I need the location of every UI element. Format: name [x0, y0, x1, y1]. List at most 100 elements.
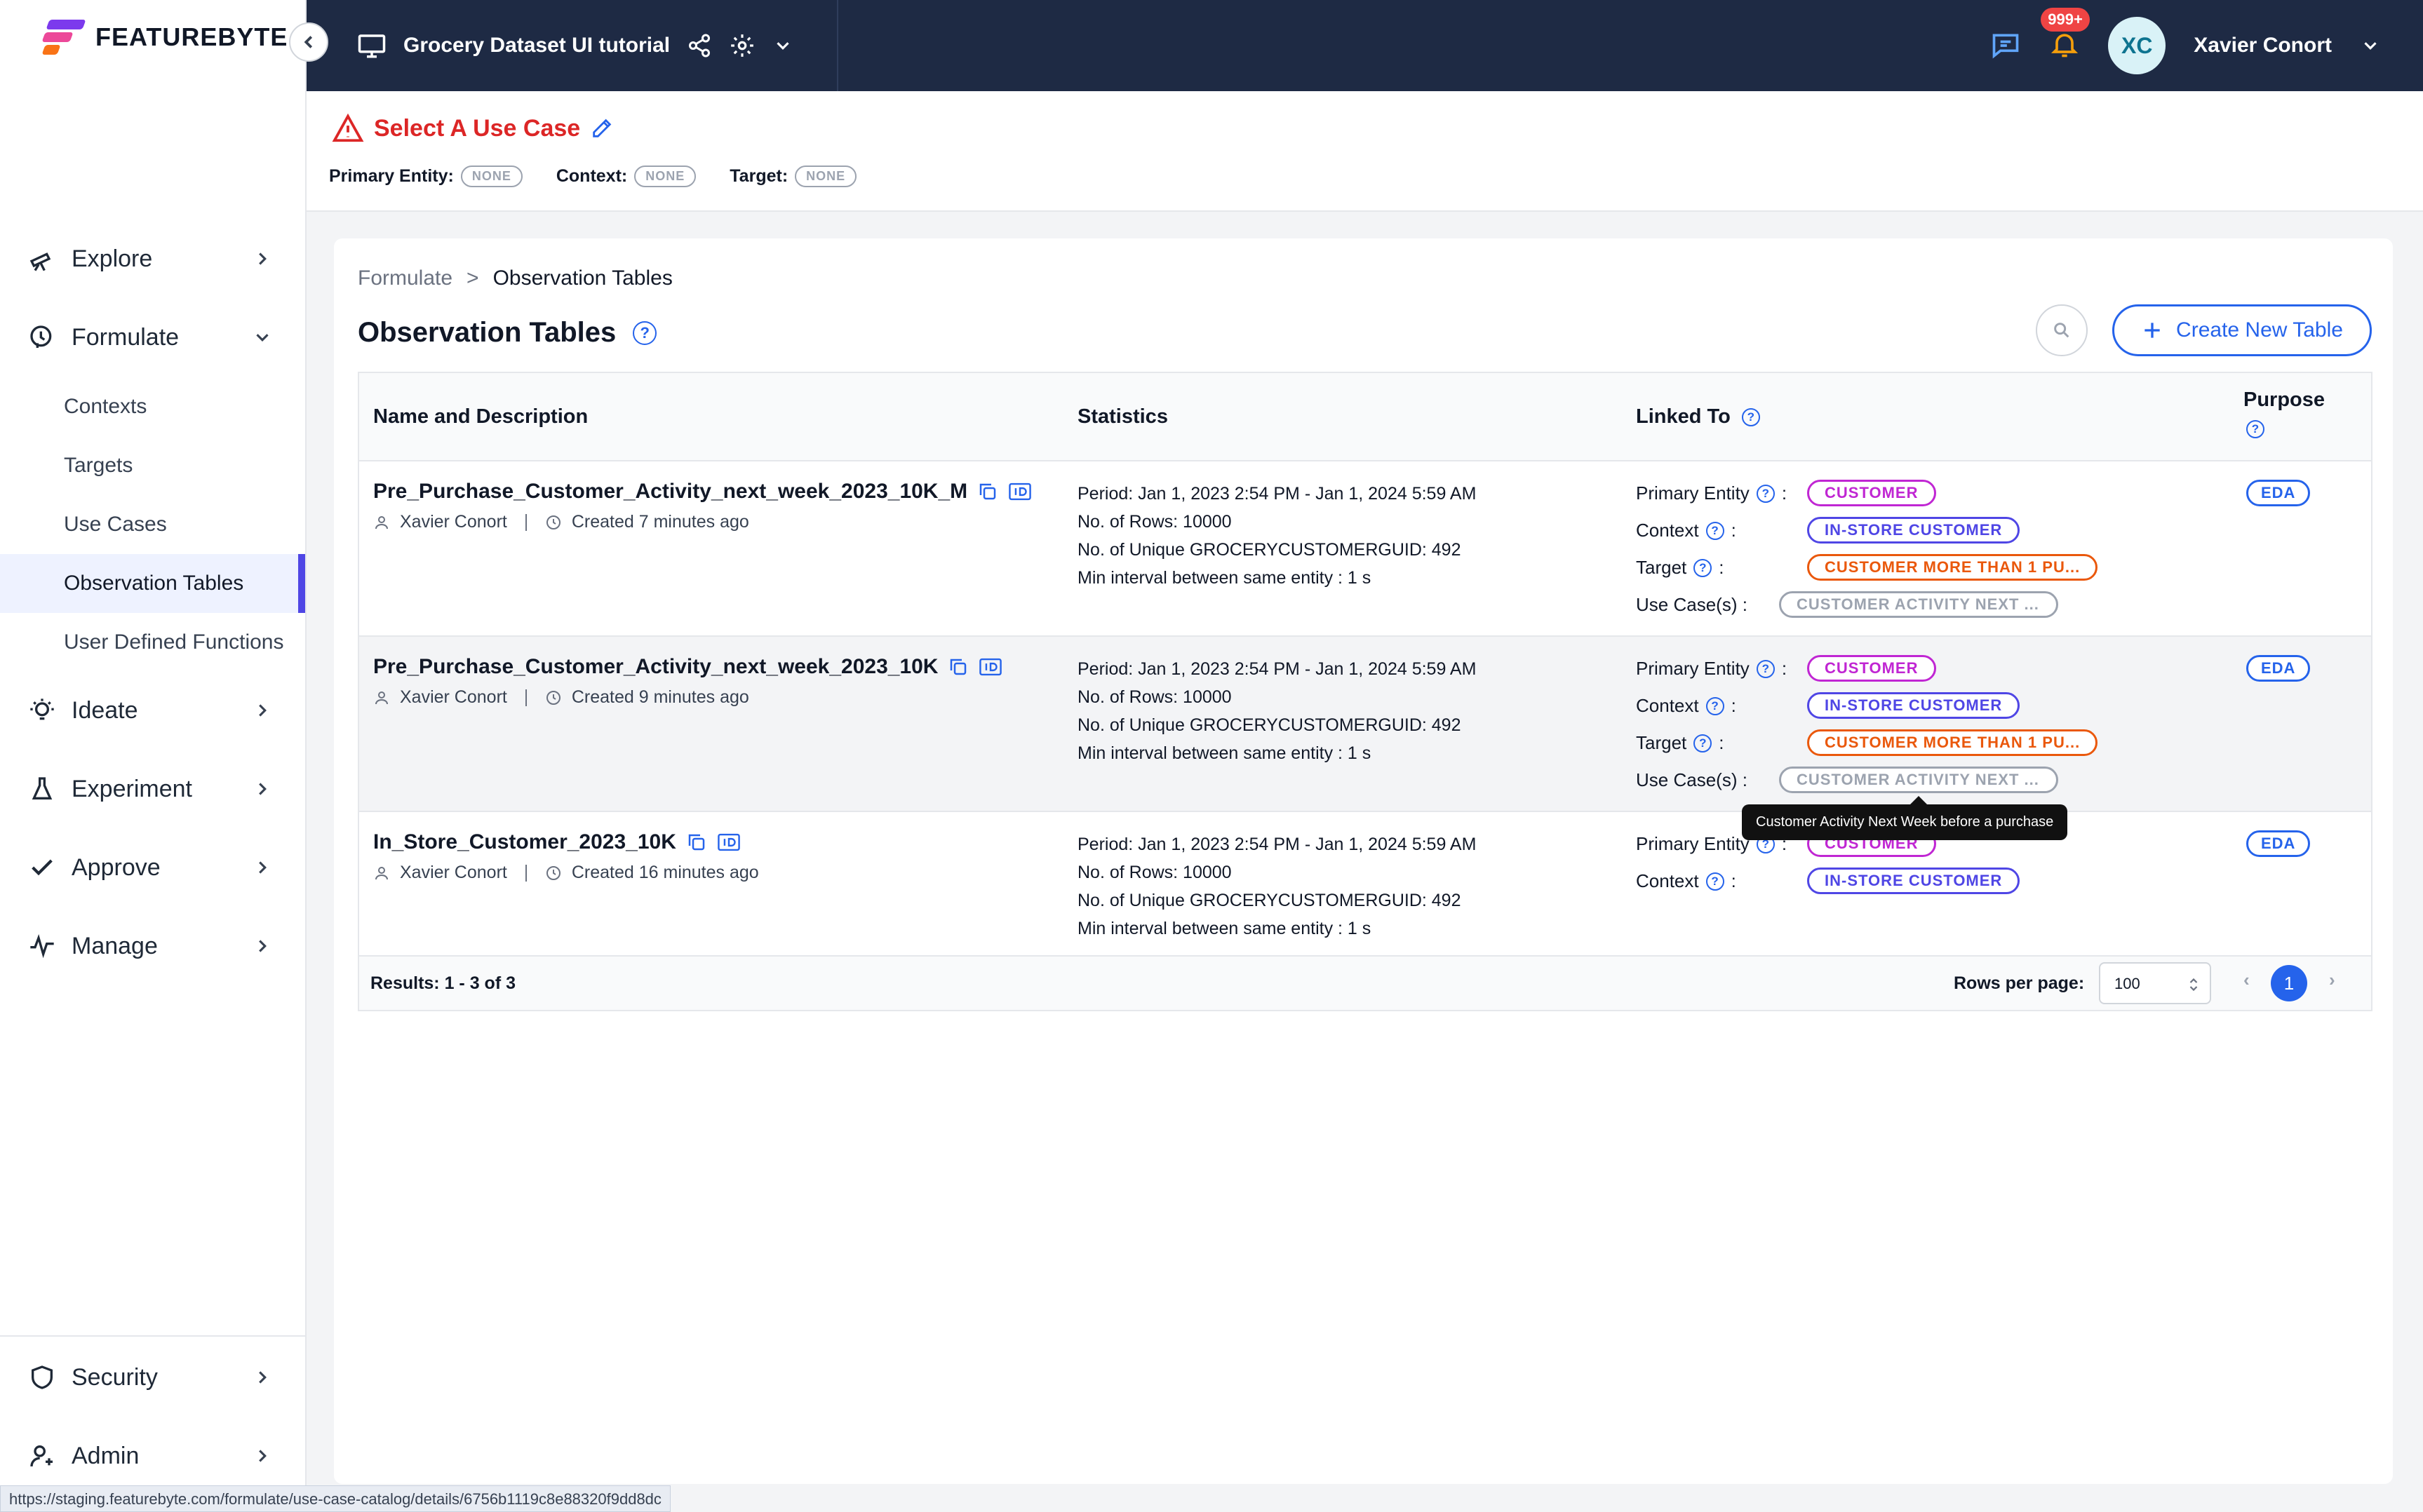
chevron-down-icon[interactable] — [2360, 35, 2381, 56]
sidebar-item-security[interactable]: Security — [0, 1348, 305, 1407]
owner-name: Xavier Conort — [400, 687, 507, 707]
help-icon[interactable]: ? — [1693, 558, 1712, 577]
rows-per-page-select[interactable]: 100 — [2099, 962, 2211, 1004]
column-header-statistics[interactable]: Statistics — [1078, 405, 1168, 428]
sidebar-subitem-use-cases[interactable]: Use Cases — [0, 495, 305, 554]
target-value: NONE — [795, 166, 857, 187]
primary-entity-label: Primary Entity: — [329, 166, 454, 186]
id-icon[interactable] — [979, 656, 1002, 677]
column-header-purpose-label: Purpose — [2243, 389, 2325, 411]
help-icon[interactable]: ? — [1756, 484, 1775, 503]
sidebar-item-approve[interactable]: Approve — [0, 838, 305, 897]
sidebar-item-explore[interactable]: Explore — [0, 229, 305, 288]
stat-period: Period: Jan 1, 2023 2:54 PM - Jan 1, 202… — [1078, 659, 1477, 679]
sidebar-item-label: Ideate — [72, 696, 138, 724]
chevron-down-icon[interactable] — [772, 35, 793, 56]
notifications-button[interactable]: 999+ — [2041, 7, 2090, 63]
use-case-summary: Primary Entity: NONE Context: NONE Targe… — [329, 166, 890, 187]
search-button[interactable] — [2036, 304, 2088, 356]
pulse-icon — [27, 931, 58, 961]
id-icon[interactable] — [1008, 481, 1032, 502]
sidebar-divider — [0, 1335, 305, 1337]
entity-pill[interactable]: CUSTOMER — [1807, 480, 1936, 506]
copy-icon[interactable] — [977, 481, 998, 502]
use-case-pill[interactable]: CUSTOMER ACTIVITY NEXT ... — [1779, 767, 2058, 793]
main-card: Formulate > Observation Tables Observati… — [334, 238, 2393, 1484]
table-name[interactable]: Pre_Purchase_Customer_Activity_next_week… — [373, 480, 967, 504]
breadcrumb: Formulate > Observation Tables — [358, 266, 673, 290]
sidebar-item-label: Explore — [72, 245, 153, 272]
column-header-linked[interactable]: Linked To ? — [1636, 405, 1760, 428]
use-case-selector[interactable]: Select A Use Case — [332, 112, 614, 144]
colon: : — [1719, 557, 1724, 578]
pagination-prev-button[interactable]: ‹ — [2243, 969, 2250, 991]
brain-icon — [27, 322, 58, 353]
context-pill[interactable]: IN-STORE CUSTOMER — [1807, 517, 2020, 544]
pagination-next-button[interactable]: › — [2329, 969, 2335, 991]
page-title: Observation Tables ? — [358, 317, 657, 349]
name-cell: In_Store_Customer_2023_10K Xavier Conort… — [373, 830, 759, 883]
edit-icon[interactable] — [590, 116, 614, 140]
column-header-name[interactable]: Name and Description — [373, 405, 588, 428]
check-icon — [27, 852, 58, 883]
sidebar-item-experiment[interactable]: Experiment — [0, 760, 305, 818]
table-name[interactable]: Pre_Purchase_Customer_Activity_next_week… — [373, 655, 938, 679]
owner-name: Xavier Conort — [400, 863, 507, 882]
user-name[interactable]: Xavier Conort — [2194, 34, 2332, 58]
context-pill[interactable]: IN-STORE CUSTOMER — [1807, 692, 2020, 719]
target-label: Target: — [730, 166, 788, 186]
help-icon[interactable]: ? — [1705, 696, 1724, 715]
sidebar-item-ideate[interactable]: Ideate — [0, 681, 305, 740]
share-icon[interactable] — [687, 33, 712, 58]
sidebar-subitem-user-defined-functions[interactable]: User Defined Functions — [0, 613, 305, 672]
sidebar-item-manage[interactable]: Manage — [0, 917, 305, 976]
results-count: Results: 1 - 3 of 3 — [370, 973, 516, 993]
featurebyte-logo[interactable]: FEATUREBYTE — [41, 15, 288, 59]
avatar[interactable]: XC — [2108, 17, 2166, 74]
sidebar-item-admin[interactable]: Admin — [0, 1426, 305, 1485]
id-icon[interactable] — [717, 832, 741, 853]
gear-icon[interactable] — [729, 32, 756, 59]
table-row[interactable]: Pre_Purchase_Customer_Activity_next_week… — [359, 461, 2371, 637]
stat-unique: No. of Unique GROCERYCUSTOMERGUID: 492 — [1078, 715, 1461, 735]
help-icon[interactable]: ? — [1756, 659, 1775, 678]
chat-icon[interactable] — [1990, 30, 2021, 61]
column-header-purpose[interactable]: Purpose ? — [2243, 389, 2325, 438]
sidebar-subitem-targets[interactable]: Targets — [0, 436, 305, 495]
sidebar-item-formulate[interactable]: Formulate — [0, 308, 305, 367]
plus-icon — [2145, 323, 2160, 338]
table-row[interactable]: In_Store_Customer_2023_10K Xavier Conort… — [359, 812, 2371, 957]
use-case-tooltip: Customer Activity Next Week before a pur… — [1742, 796, 2068, 840]
pagination-current-page[interactable]: 1 — [2271, 965, 2307, 1001]
help-icon[interactable]: ? — [1693, 734, 1712, 752]
clock-icon — [546, 690, 561, 705]
use-cases-label: Use Case(s) : — [1636, 769, 1747, 790]
create-new-table-button[interactable]: Create New Table — [2112, 304, 2372, 356]
target-pill[interactable]: CUSTOMER MORE THAN 1 PU... — [1807, 554, 2098, 581]
colon: : — [1719, 732, 1724, 753]
entity-pill[interactable]: CUSTOMER — [1807, 655, 1936, 682]
sidebar-subitem-observation-tables[interactable]: Observation Tables — [0, 554, 305, 613]
breadcrumb-parent[interactable]: Formulate — [358, 266, 452, 290]
notification-badge: 999+ — [2041, 7, 2090, 32]
column-header-linked-label: Linked To — [1636, 405, 1731, 428]
help-icon[interactable]: ? — [1705, 521, 1724, 540]
context-pill[interactable]: IN-STORE CUSTOMER — [1807, 868, 2020, 894]
chevron-right-icon — [259, 940, 267, 952]
target-pill[interactable]: CUSTOMER MORE THAN 1 PU... — [1807, 729, 2098, 756]
sidebar-collapse-button[interactable] — [289, 22, 328, 62]
sidebar-subitem-contexts[interactable]: Contexts — [0, 377, 305, 436]
copy-icon[interactable] — [686, 832, 707, 853]
help-icon[interactable]: ? — [1705, 872, 1724, 891]
purpose-badge: EDA — [2246, 830, 2311, 857]
table-row[interactable]: Pre_Purchase_Customer_Activity_next_week… — [359, 637, 2371, 812]
meta-separator — [525, 864, 527, 882]
project-selector[interactable]: Grocery Dataset UI tutorial — [357, 0, 793, 91]
help-icon[interactable]: ? — [633, 320, 657, 345]
use-case-pill[interactable]: CUSTOMER ACTIVITY NEXT ... — [1779, 591, 2058, 618]
table-name[interactable]: In_Store_Customer_2023_10K — [373, 830, 676, 854]
user-icon — [375, 691, 388, 704]
help-icon[interactable]: ? — [2246, 420, 2264, 438]
copy-icon[interactable] — [948, 656, 969, 677]
help-icon[interactable]: ? — [1741, 407, 1760, 426]
